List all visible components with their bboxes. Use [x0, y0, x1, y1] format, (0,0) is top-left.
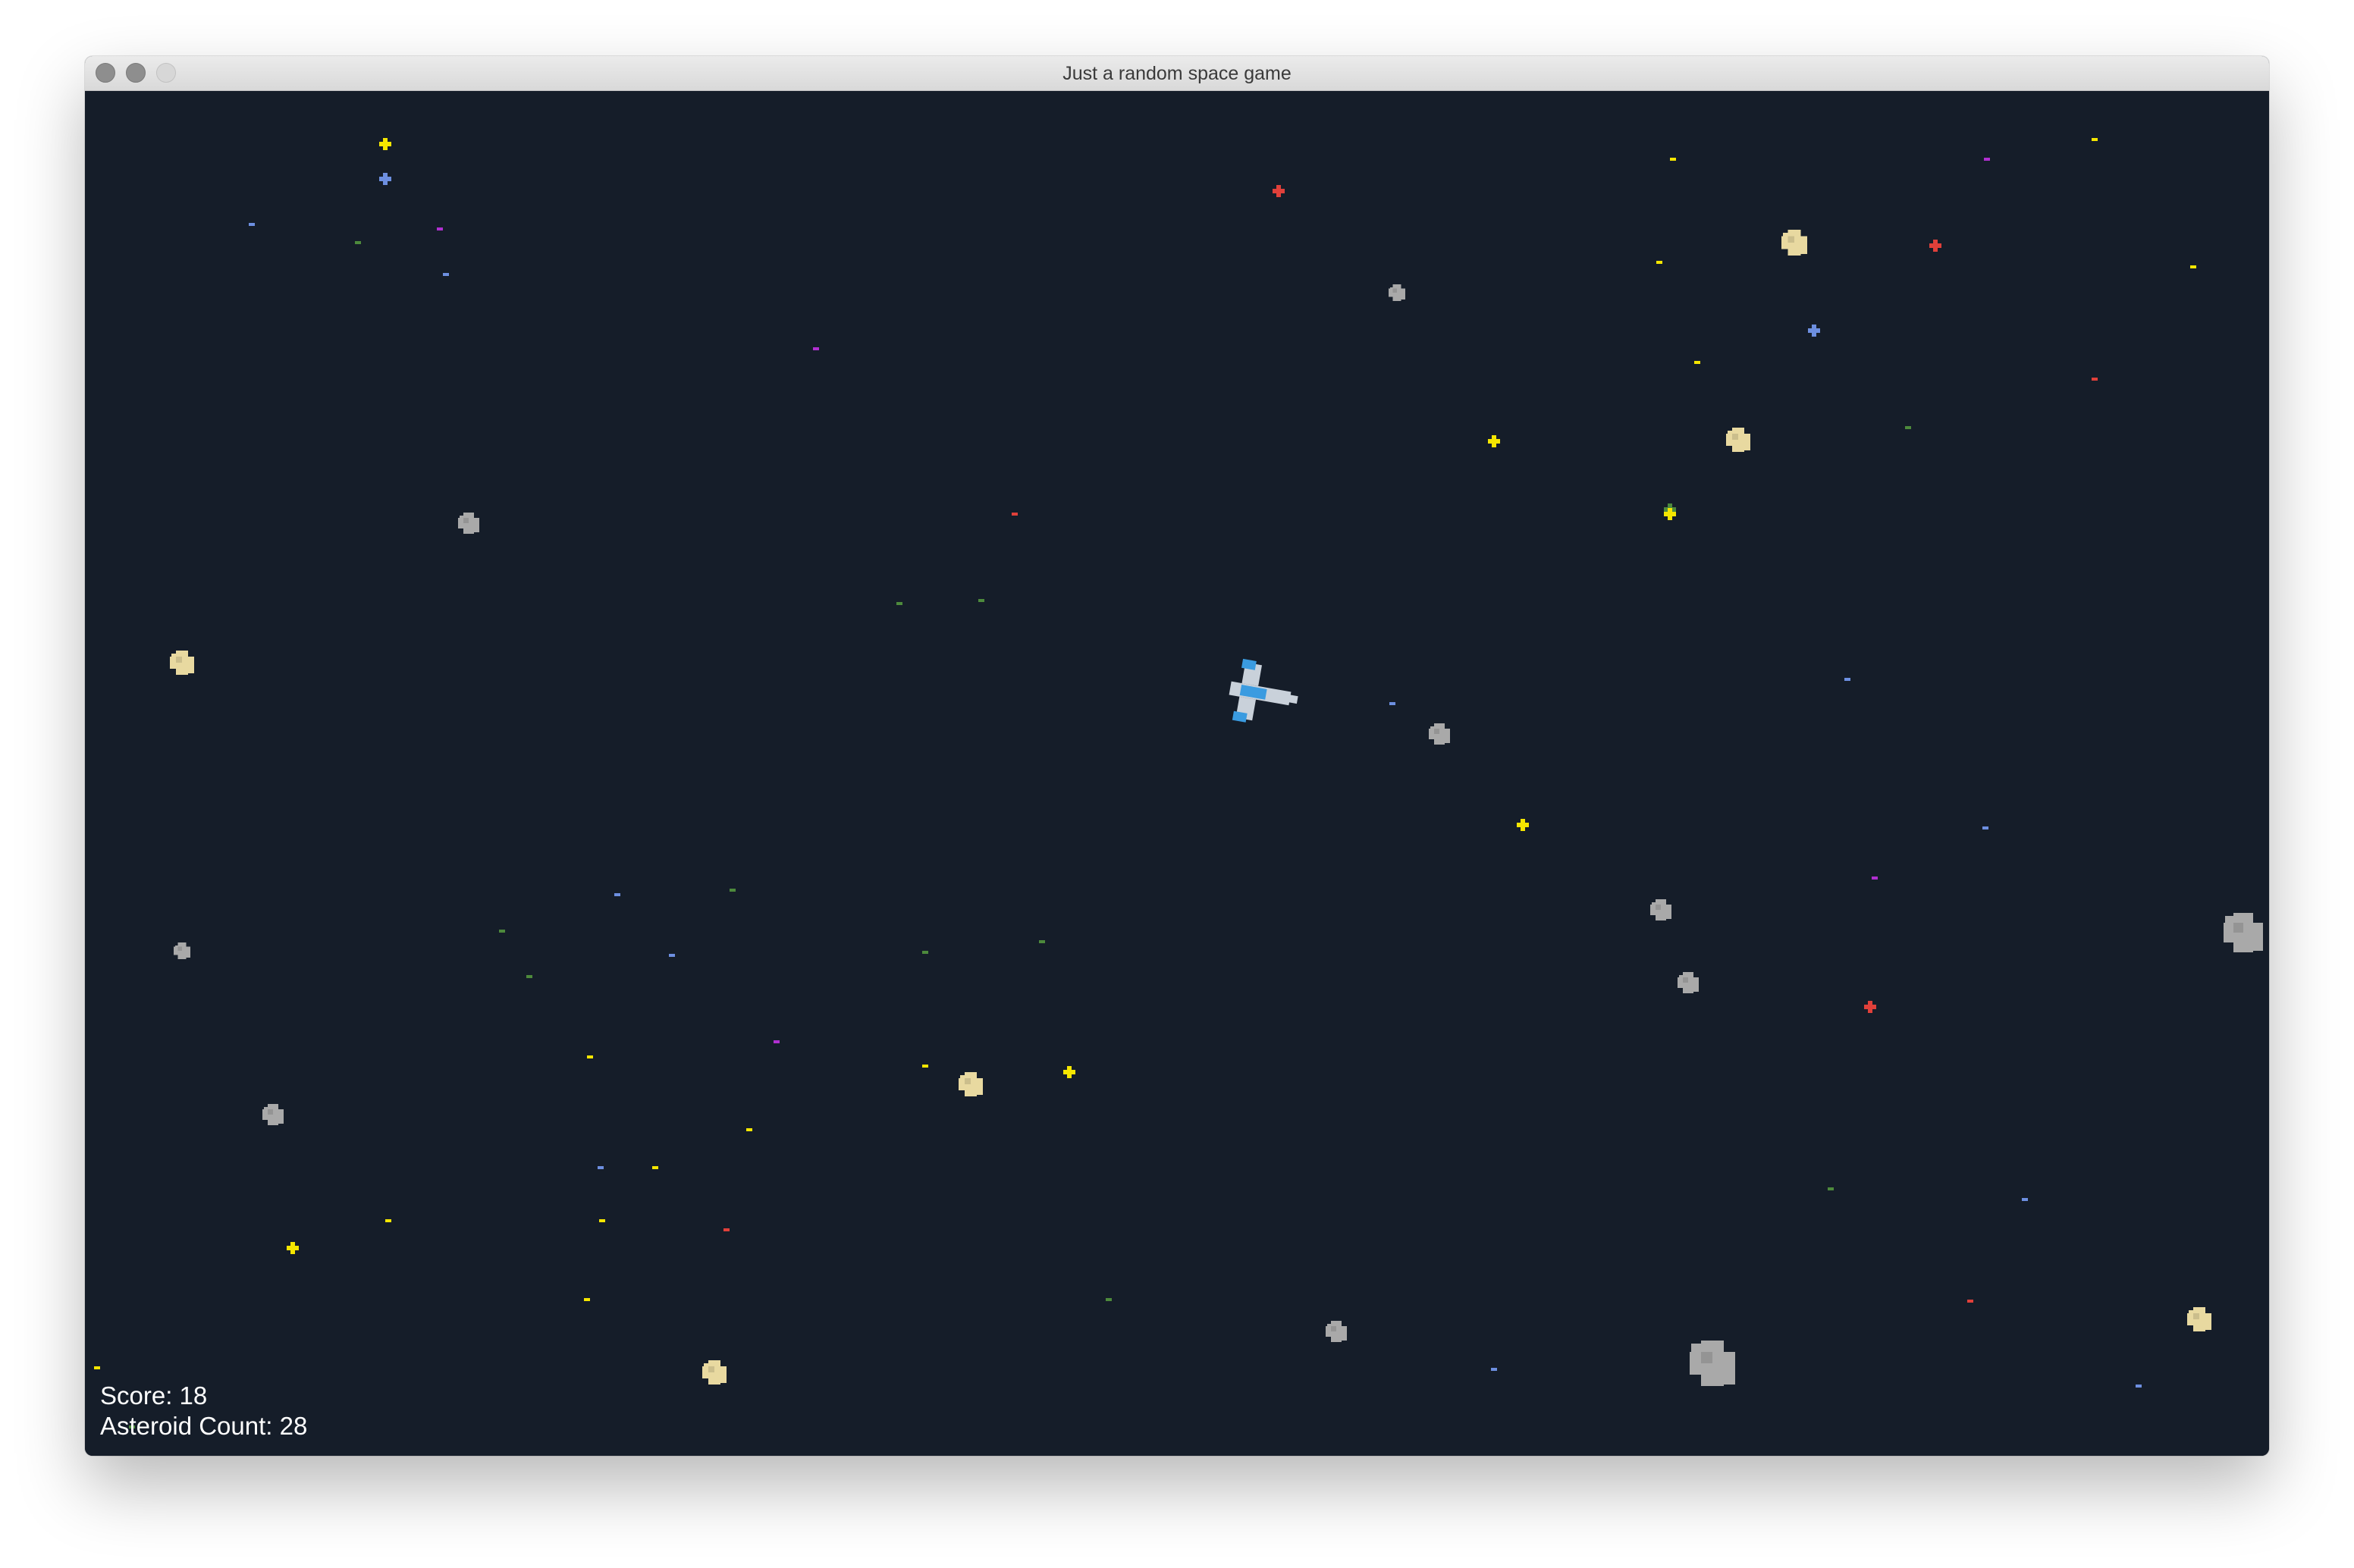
score-label: Score: 18	[100, 1381, 208, 1410]
star	[922, 951, 928, 954]
asteroid	[1326, 1321, 1347, 1342]
star	[1106, 1298, 1112, 1301]
star	[526, 975, 532, 978]
star	[2136, 1385, 2142, 1388]
star	[813, 347, 819, 350]
star	[94, 1366, 100, 1369]
star	[584, 1298, 590, 1301]
star	[1967, 1300, 1973, 1303]
asteroid	[2187, 1307, 2211, 1331]
star	[437, 227, 443, 230]
star	[1389, 702, 1395, 705]
asteroid-count-label: Asteroid Count: 28	[100, 1412, 308, 1440]
asteroid	[1429, 723, 1450, 745]
star	[922, 1065, 928, 1068]
star	[385, 1219, 391, 1222]
star	[896, 602, 902, 605]
star	[1670, 158, 1676, 161]
window-title: Just a random space game	[1062, 63, 1292, 84]
star	[669, 954, 675, 957]
star	[383, 138, 388, 150]
star	[599, 1219, 605, 1222]
star	[1492, 435, 1496, 447]
asteroid	[262, 1104, 284, 1125]
asteroid	[702, 1360, 727, 1385]
star	[723, 1228, 730, 1231]
star	[1828, 1187, 1834, 1190]
asteroid	[1690, 1341, 1735, 1386]
asteroid	[2224, 913, 2263, 952]
star	[1982, 826, 1988, 829]
asteroid	[1389, 284, 1405, 301]
star	[1276, 185, 1281, 197]
spaceship-icon	[1229, 658, 1298, 723]
asteroid-field	[170, 230, 2263, 1386]
asteroid	[1726, 428, 1750, 452]
star	[499, 930, 505, 933]
star	[1905, 426, 1911, 429]
game-window: Just a random space game Score: 18 Aster…	[85, 56, 2269, 1456]
star	[1812, 325, 1816, 337]
star	[1656, 261, 1662, 264]
star	[443, 273, 449, 276]
star	[1872, 877, 1878, 880]
star	[1039, 940, 1045, 943]
star	[1844, 678, 1850, 681]
asteroid	[170, 651, 194, 675]
game-scene	[94, 138, 2263, 1428]
asteroid	[1781, 230, 1807, 256]
star	[652, 1166, 658, 1169]
spaceship-body	[1229, 658, 1298, 723]
star	[1668, 508, 1672, 520]
star	[1012, 513, 1018, 516]
star	[249, 223, 255, 226]
starfield	[94, 138, 2196, 1428]
star	[614, 893, 620, 896]
star	[2092, 378, 2098, 381]
star	[1067, 1066, 1072, 1078]
star	[290, 1242, 295, 1254]
star	[1521, 819, 1525, 831]
game-canvas[interactable]: Score: 18 Asteroid Count: 28	[85, 91, 2269, 1456]
star	[1491, 1368, 1497, 1371]
star	[978, 599, 984, 602]
star	[1694, 361, 1700, 364]
star	[2022, 1198, 2028, 1201]
star	[730, 889, 736, 892]
star	[383, 173, 388, 185]
asteroid	[458, 513, 479, 534]
star	[2190, 265, 2196, 268]
star	[1868, 1001, 1872, 1013]
asteroid	[1678, 972, 1699, 993]
asteroid	[174, 942, 190, 959]
star	[1933, 240, 1938, 252]
star	[2092, 138, 2098, 141]
star	[1984, 158, 1990, 161]
star	[355, 241, 361, 244]
star	[598, 1166, 604, 1169]
star	[774, 1040, 780, 1043]
star	[746, 1128, 752, 1131]
star	[587, 1055, 593, 1058]
title-bar[interactable]: Just a random space game	[85, 56, 2269, 91]
asteroid	[959, 1072, 983, 1096]
asteroid	[1650, 899, 1671, 920]
